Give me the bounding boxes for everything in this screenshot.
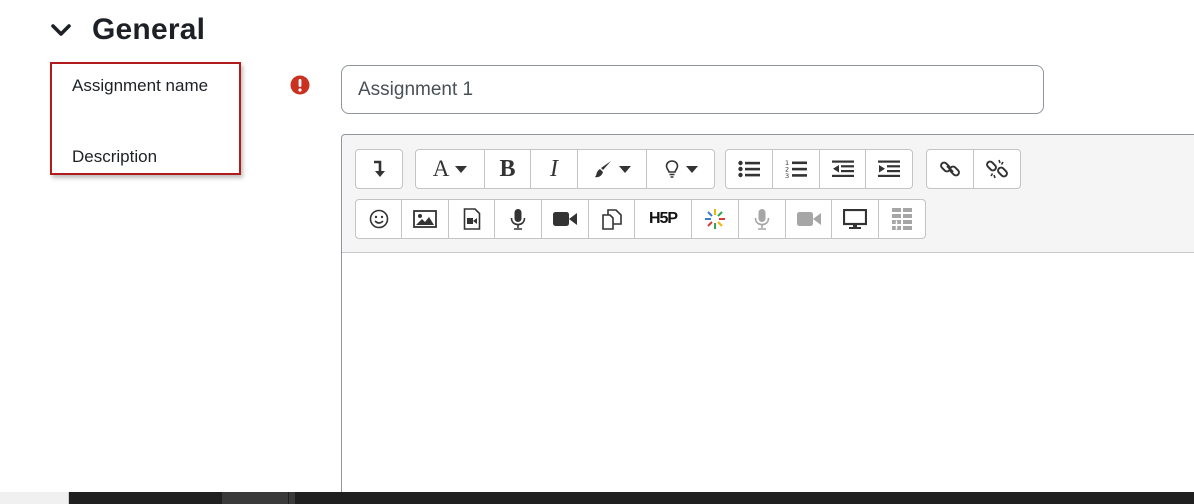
ordered-list-button[interactable]: 1 2 3 xyxy=(773,150,820,188)
outdent-button[interactable] xyxy=(820,150,866,188)
indent-button[interactable] xyxy=(866,150,912,188)
text-color-button[interactable] xyxy=(578,150,647,188)
unordered-list-icon xyxy=(738,160,760,178)
image-button[interactable] xyxy=(402,200,449,238)
description-label: Description xyxy=(72,147,158,166)
manage-files-button[interactable] xyxy=(589,200,635,238)
link-icon xyxy=(939,158,961,180)
media-button[interactable] xyxy=(449,200,495,238)
bold-button[interactable]: B xyxy=(485,150,531,188)
taskbar-start-area[interactable] xyxy=(0,492,69,504)
record-audio-disabled-icon xyxy=(754,208,770,230)
link-button[interactable] xyxy=(927,150,974,188)
unordered-list-button[interactable] xyxy=(726,150,773,188)
chevron-down-icon[interactable] xyxy=(48,17,74,43)
record-video-button[interactable] xyxy=(542,200,589,238)
screen-icon xyxy=(843,209,867,229)
font-style-icon: A xyxy=(432,156,450,181)
taskbar-item[interactable] xyxy=(222,492,288,504)
font-style-button[interactable]: A xyxy=(416,150,485,188)
toolbar-group-insert: H5P xyxy=(355,199,926,239)
editor-content-area[interactable] xyxy=(342,253,1194,504)
toolbar-group-lists: 1 2 3 xyxy=(725,149,913,189)
section-title: General xyxy=(92,13,206,46)
media-icon xyxy=(463,208,481,230)
taskbar xyxy=(0,492,1194,504)
table-button[interactable] xyxy=(879,200,925,238)
unlink-icon xyxy=(986,158,1008,180)
sparkle-button[interactable] xyxy=(692,200,739,238)
record-video-disabled-button[interactable] xyxy=(786,200,832,238)
description-editor[interactable]: A B I 1 2 3 H5P xyxy=(341,134,1194,504)
toolbar-group-style: A B I xyxy=(415,149,715,189)
record-video-icon xyxy=(553,210,577,228)
italic-icon: I xyxy=(550,155,558,182)
ordered-list-icon: 1 2 3 xyxy=(785,159,807,179)
taskbar-item-edge xyxy=(289,492,295,504)
caret-down-icon xyxy=(455,165,468,173)
toolbar-group-links xyxy=(926,149,1021,189)
record-video-disabled-icon xyxy=(796,210,821,228)
text-color-icon xyxy=(593,159,613,179)
lightbulb-icon xyxy=(664,159,680,179)
record-audio-icon xyxy=(510,208,526,230)
image-icon xyxy=(413,209,437,229)
italic-button[interactable]: I xyxy=(531,150,578,188)
bold-icon: B xyxy=(499,155,516,182)
caret-down-icon xyxy=(685,165,698,173)
assignment-name-label: Assignment name xyxy=(72,76,209,95)
show-more-button[interactable] xyxy=(356,150,402,188)
show-more-icon xyxy=(372,160,386,178)
svg-text:3: 3 xyxy=(785,172,789,179)
emoji-button[interactable] xyxy=(356,200,402,238)
exclamation-circle-icon xyxy=(290,75,310,95)
unlink-button[interactable] xyxy=(974,150,1020,188)
indent-icon xyxy=(878,160,900,178)
manage-files-icon xyxy=(601,208,623,230)
sparkle-icon xyxy=(704,208,726,230)
outdent-icon xyxy=(831,160,854,178)
table-icon xyxy=(892,208,912,230)
editor-toolbar: A B I 1 2 3 H5P xyxy=(342,135,1194,253)
screen-button[interactable] xyxy=(832,200,879,238)
h5p-icon: H5P xyxy=(648,210,678,227)
lightbulb-button[interactable] xyxy=(647,150,714,188)
record-audio-button[interactable] xyxy=(495,200,542,238)
assignment-name-input[interactable] xyxy=(341,65,1044,114)
toolbar-group-collapse xyxy=(355,149,403,189)
section-header: General xyxy=(48,8,205,52)
record-audio-disabled-button[interactable] xyxy=(739,200,786,238)
emoji-icon xyxy=(369,209,389,229)
caret-down-icon xyxy=(619,165,631,173)
h5p-button[interactable]: H5P xyxy=(635,200,692,238)
